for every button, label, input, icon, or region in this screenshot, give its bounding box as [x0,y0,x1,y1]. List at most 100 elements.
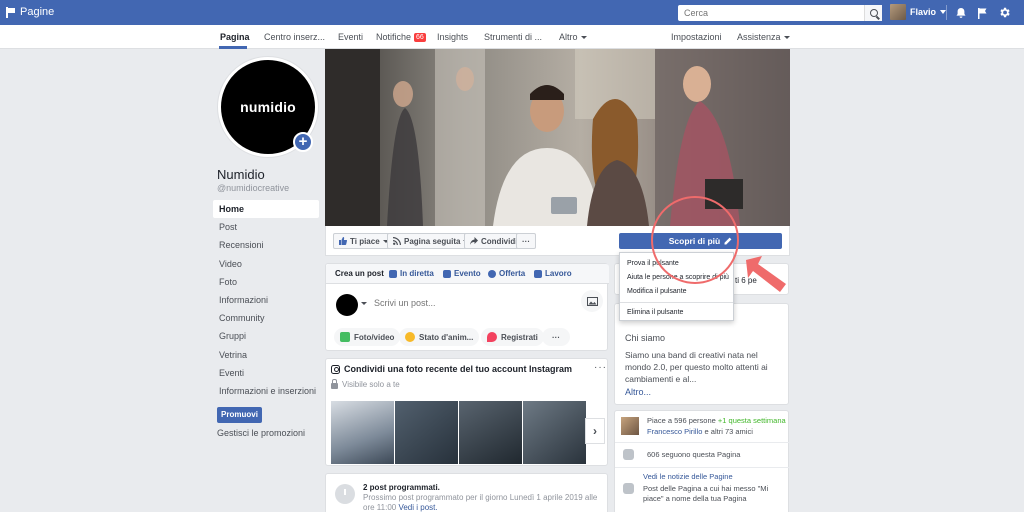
community-card: Piace a 596 persone +1 questa settimana … [614,410,790,512]
briefcase-icon [534,269,542,278]
more-options-button[interactable]: ··· [594,362,607,373]
tab-job[interactable]: Lavoro [534,269,572,278]
smiley-icon [405,332,415,342]
share-icon [470,237,478,245]
pill-label: Foto/video [354,332,395,342]
tab-insights[interactable]: Insights [437,32,468,42]
thumbs-up-icon [339,237,347,245]
left-menu-item[interactable]: Eventi [213,364,319,382]
news-feed-icon [623,483,634,494]
avatar[interactable] [336,294,358,316]
photo-video-button[interactable]: Foto/video [334,328,401,346]
tab-altro[interactable]: Altro [559,32,587,42]
left-menu-item[interactable]: Recensioni [213,236,319,254]
friend-link[interactable]: Francesco Pirillo [647,427,702,436]
tab-assistenza[interactable]: Assistenza [737,32,790,42]
page-name: Numidio [217,167,265,182]
pill-label: ··· [552,332,560,342]
tab-label: Assistenza [737,32,781,42]
tab-eventi[interactable]: Eventi [338,32,363,42]
tab-label: Strumenti di ... [484,32,543,42]
instagram-thumbnail[interactable] [523,401,586,464]
tab-impostazioni[interactable]: Impostazioni [671,32,722,42]
tab-label: Insights [437,32,469,42]
promote-button[interactable]: Promuovi [217,407,262,423]
card-title-text: Condividi una foto recente del tuo accou… [344,364,573,374]
left-menu-item[interactable]: Informazioni e inserzioni [213,382,319,400]
flag-icon[interactable] [977,7,988,19]
left-menu-item[interactable]: Post [213,218,319,236]
left-menu-item[interactable]: Community [213,309,319,327]
menu-item-delete-button[interactable]: Elimina il pulsante [620,306,733,320]
tab-pagina[interactable]: Pagina [220,32,250,42]
avatar [621,417,639,435]
pages-brand[interactable]: Pagine [6,6,54,18]
page-feed-description: Post delle Pagina a cui hai messo "Mi pi… [643,484,769,503]
tab-label: Altro [559,32,578,42]
friends-like: Francesco Pirillo e altri 73 amici [647,427,753,436]
post-composer: Crea un post In diretta Evento Offerta L… [325,263,609,351]
active-tab-indicator [219,46,247,49]
tab-live[interactable]: In diretta [389,269,434,278]
notification-badge: 66 [414,32,426,42]
share-button[interactable]: Condividi [464,233,524,249]
user-menu[interactable]: Flavio [890,4,947,20]
bell-icon[interactable] [955,7,967,19]
offer-icon [488,269,496,278]
tab-label: Impostazioni [671,32,722,42]
live-icon [389,269,397,278]
tab-offer[interactable]: Offerta [488,269,525,278]
tab-label: Crea un post [335,269,384,278]
left-menu-item[interactable]: Vetrina [213,346,319,364]
menu-item-edit-button[interactable]: Modifica il pulsante [620,285,733,299]
gear-icon[interactable] [998,6,1011,19]
page-handle[interactable]: @numidiocreative [217,183,289,193]
tab-label: In diretta [400,269,434,278]
card-title: Condividi una foto recente del tuo accou… [331,364,572,374]
tab-create-post[interactable]: Crea un post [335,269,384,278]
tab-label: Notifiche [376,32,412,42]
left-menu-item[interactable]: Informazioni [213,291,319,309]
tab-strumenti[interactable]: Strumenti di ... [484,32,542,42]
lock-icon [331,379,338,389]
add-photo-button[interactable]: + [293,132,313,152]
feeling-button[interactable]: Stato d'anim... [399,328,480,346]
manage-promotions-link[interactable]: Gestisci le promozioni [217,428,305,438]
visibility-text: Visibile solo a te [342,380,400,389]
tab-label: Offerta [499,269,526,278]
left-menu-item[interactable]: Gruppi [213,327,319,345]
instagram-thumbnail[interactable] [331,401,394,464]
annotation-circle [651,196,739,284]
instagram-thumbnail[interactable] [395,401,458,464]
next-arrow-button[interactable]: › [585,418,605,444]
tab-label: Evento [454,269,481,278]
search-button[interactable] [864,5,882,21]
more-actions-button[interactable]: ··· [516,233,536,249]
more-options-button[interactable]: ··· [542,328,570,346]
page-feed-link[interactable]: Vedi le notizie delle Pagine [643,472,733,481]
left-menu-item[interactable]: Foto [213,273,319,291]
view-posts-link[interactable]: Vedi i post. [398,503,437,512]
pill-label: Stato d'anim... [419,332,474,342]
tab-centro-inserzioni[interactable]: Centro inserz... [264,32,325,42]
left-menu-item[interactable]: Home [213,200,319,219]
follow-button[interactable]: Pagina seguita [387,233,476,249]
about-more-link[interactable]: Altro... [625,387,651,397]
add-photo-button[interactable] [581,290,603,312]
post-input[interactable] [374,298,574,308]
scheduled-title: 2 post programmati. [363,483,440,492]
tab-label: Eventi [338,32,364,42]
divider [620,302,733,303]
search-input[interactable] [678,5,864,21]
instagram-thumbnail[interactable] [459,401,522,464]
tab-event[interactable]: Evento [443,269,481,278]
brand-label: Pagine [20,6,55,18]
left-menu-item[interactable]: Video [213,255,319,273]
cover-photo[interactable] [325,49,790,226]
chevron-down-icon[interactable] [361,302,367,305]
scheduled-text: Prossimo post programmato per il giorno … [363,493,605,512]
tab-notifiche[interactable]: Notifiche 66 [376,32,426,42]
check-in-button[interactable]: Registrati [481,328,544,346]
like-button[interactable]: Ti piace [333,233,395,249]
divider [615,467,790,468]
